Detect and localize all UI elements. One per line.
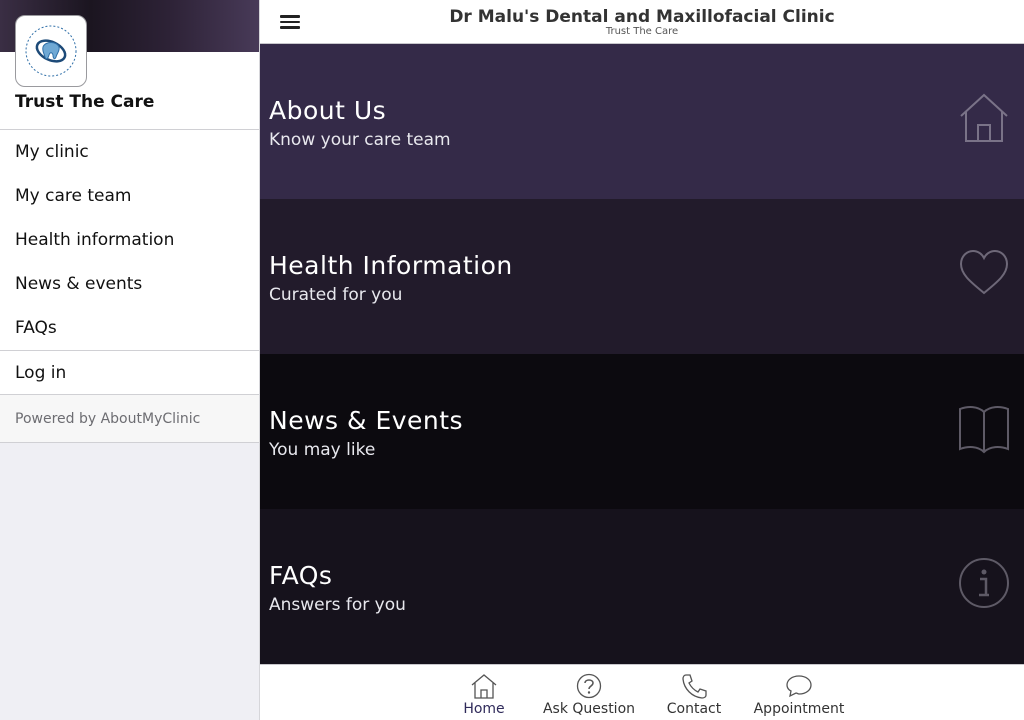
sidebar-item-my-care-team[interactable]: My care team bbox=[0, 174, 259, 218]
tab-appointment[interactable]: Appointment bbox=[744, 665, 854, 720]
home-tiles: About Us Know your care team Health Info… bbox=[260, 44, 1024, 664]
heart-icon bbox=[959, 249, 1009, 295]
sidebar-tagline: Trust The Care bbox=[15, 92, 155, 112]
sidebar-item-log-in[interactable]: Log in bbox=[0, 350, 259, 394]
tab-label: Home bbox=[463, 701, 505, 717]
tab-label: Ask Question bbox=[542, 701, 636, 717]
tile-subtitle: You may like bbox=[269, 440, 376, 460]
clinic-logo bbox=[15, 15, 87, 87]
tile-about-us[interactable]: About Us Know your care team bbox=[260, 44, 1024, 199]
tile-faqs[interactable]: FAQs Answers for you bbox=[260, 509, 1024, 664]
tab-home[interactable]: Home bbox=[429, 665, 539, 720]
question-icon bbox=[576, 673, 602, 699]
main-content: Dr Malu's Dental and Maxillofacial Clini… bbox=[260, 0, 1024, 720]
sidebar-item-my-clinic[interactable]: My clinic bbox=[0, 130, 259, 174]
powered-by-footer[interactable]: Powered by AboutMyClinic bbox=[0, 394, 259, 443]
tile-title: FAQs bbox=[269, 561, 333, 590]
tile-subtitle: Answers for you bbox=[269, 595, 406, 615]
chat-bubble-icon bbox=[786, 675, 812, 698]
tab-label: Contact bbox=[666, 701, 722, 717]
tile-health-information[interactable]: Health Information Curated for you bbox=[260, 199, 1024, 354]
bottom-tab-bar: Home Ask Question Contact Appointment bbox=[260, 664, 1024, 720]
page-subtitle: Trust The Care bbox=[605, 26, 679, 37]
sidebar-header: Trust The Care bbox=[0, 0, 259, 130]
sidebar-menu: My clinic My care team Health informatio… bbox=[0, 130, 259, 394]
tile-news-events[interactable]: News & Events You may like bbox=[260, 354, 1024, 509]
clinic-logo-icon bbox=[25, 25, 77, 77]
tab-contact[interactable]: Contact bbox=[639, 665, 749, 720]
info-icon bbox=[959, 558, 1009, 608]
tile-title: About Us bbox=[269, 96, 387, 125]
home-icon bbox=[960, 93, 1008, 142]
sidebar-item-health-information[interactable]: Health information bbox=[0, 218, 259, 262]
top-navigation-bar: Dr Malu's Dental and Maxillofacial Clini… bbox=[260, 0, 1024, 44]
phone-icon bbox=[682, 674, 707, 699]
home-icon bbox=[471, 674, 497, 699]
book-icon bbox=[959, 406, 1009, 454]
tile-subtitle: Curated for you bbox=[269, 285, 403, 305]
tab-ask-question[interactable]: Ask Question bbox=[534, 665, 644, 720]
sidebar-item-news-events[interactable]: News & events bbox=[0, 262, 259, 306]
page-title: Dr Malu's Dental and Maxillofacial Clini… bbox=[449, 7, 835, 27]
sidebar: Trust The Care My clinic My care team He… bbox=[0, 0, 260, 720]
tile-title: News & Events bbox=[269, 406, 464, 435]
sidebar-item-faqs[interactable]: FAQs bbox=[0, 306, 259, 350]
tab-label: Appointment bbox=[753, 701, 845, 717]
tile-title: Health Information bbox=[269, 251, 513, 280]
tile-subtitle: Know your care team bbox=[269, 130, 451, 150]
